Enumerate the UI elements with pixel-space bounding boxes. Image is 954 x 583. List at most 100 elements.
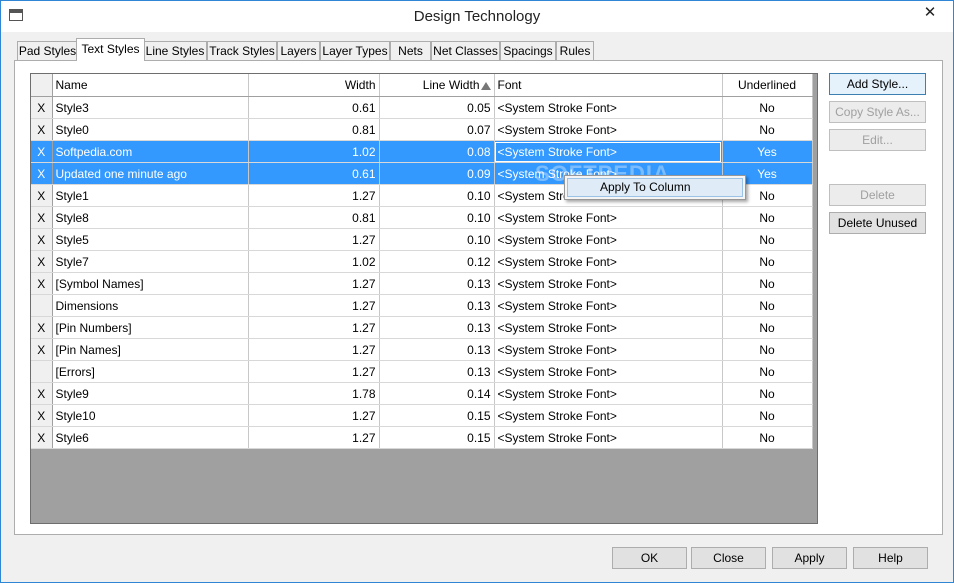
cell-line-width[interactable]: 0.15 <box>379 426 495 449</box>
row-delete-marker[interactable]: X <box>31 250 53 273</box>
cell-line-width[interactable]: 0.13 <box>379 272 495 295</box>
row-delete-marker[interactable]: X <box>31 316 53 339</box>
cell-line-width[interactable]: 0.10 <box>379 184 495 207</box>
table-row[interactable]: Dimensions 1.27 0.13 <System Stroke Font> No <box>31 294 813 317</box>
cell-underlined[interactable]: No <box>722 404 813 427</box>
tab-track-styles[interactable]: Track Styles <box>207 41 277 60</box>
cell-width[interactable]: 1.27 <box>248 360 380 383</box>
cell-line-width[interactable]: 0.13 <box>379 338 495 361</box>
help-button[interactable]: Help <box>853 547 928 569</box>
delete-button[interactable]: Delete <box>829 184 926 206</box>
cell-name[interactable]: Style3 <box>52 96 249 119</box>
table-row[interactable]: X Style8 0.81 0.10 <System Stroke Font> No <box>31 206 813 229</box>
cell-font[interactable]: <System Stroke Font> <box>494 250 723 273</box>
close-button[interactable]: Close <box>691 547 766 569</box>
table-row[interactable]: X Style5 1.27 0.10 <System Stroke Font> No <box>31 228 813 251</box>
cell-line-width[interactable]: 0.13 <box>379 360 495 383</box>
row-delete-marker[interactable]: X <box>31 118 53 141</box>
cell-width[interactable]: 1.02 <box>248 250 380 273</box>
cell-underlined[interactable]: No <box>722 426 813 449</box>
row-delete-marker[interactable]: X <box>31 162 53 185</box>
cell-line-width[interactable]: 0.13 <box>379 294 495 317</box>
cell-font[interactable]: <System Stroke Font> <box>494 96 723 119</box>
cell-width[interactable]: 0.81 <box>248 118 380 141</box>
tab-nets[interactable]: Nets <box>390 41 431 60</box>
cell-underlined[interactable]: No <box>722 206 813 229</box>
cell-name[interactable]: Style9 <box>52 382 249 405</box>
cell-font[interactable]: <System Stroke Font> <box>494 360 723 383</box>
cell-line-width[interactable]: 0.08 <box>379 140 495 163</box>
cell-font[interactable]: <System Stroke Font> <box>494 404 723 427</box>
tab-line-styles[interactable]: Line Styles <box>143 41 207 60</box>
cell-underlined[interactable]: No <box>722 338 813 361</box>
cell-font[interactable]: <System Stroke Font> <box>494 382 723 405</box>
cell-width[interactable]: 1.27 <box>248 184 380 207</box>
cell-width[interactable]: 1.02 <box>248 140 380 163</box>
cell-font[interactable]: <System Stroke Font> <box>494 118 723 141</box>
cell-underlined[interactable]: No <box>722 382 813 405</box>
tab-net-classes[interactable]: Net Classes <box>431 41 500 60</box>
cell-width[interactable]: 1.27 <box>248 404 380 427</box>
cell-font[interactable]: <System Stroke Font> <box>494 316 723 339</box>
row-delete-marker[interactable] <box>31 360 53 383</box>
copy-style-as-button[interactable]: Copy Style As... <box>829 101 926 123</box>
tab-text-styles[interactable]: Text Styles <box>76 38 145 61</box>
cell-name[interactable]: Style6 <box>52 426 249 449</box>
table-row[interactable]: X Style9 1.78 0.14 <System Stroke Font> No <box>31 382 813 405</box>
cell-underlined[interactable]: No <box>722 228 813 251</box>
row-delete-marker[interactable]: X <box>31 184 53 207</box>
cell-line-width[interactable]: 0.14 <box>379 382 495 405</box>
cell-underlined[interactable]: No <box>722 118 813 141</box>
edit-button[interactable]: Edit... <box>829 129 926 151</box>
cell-underlined[interactable]: No <box>722 316 813 339</box>
cell-font[interactable]: <System Stroke Font> <box>494 294 723 317</box>
cell-line-width[interactable]: 0.09 <box>379 162 495 185</box>
cell-width[interactable]: 1.27 <box>248 228 380 251</box>
table-row[interactable]: [Errors] 1.27 0.13 <System Stroke Font> No <box>31 360 813 383</box>
cell-underlined[interactable]: Yes <box>722 140 813 163</box>
cell-name[interactable]: Style7 <box>52 250 249 273</box>
cell-font[interactable]: <System Stroke Font> <box>494 338 723 361</box>
table-row[interactable]: X [Symbol Names] 1.27 0.13 <System Stroke Fo… <box>31 272 813 295</box>
cell-name[interactable]: Softpedia.com <box>52 140 249 163</box>
add-style-button[interactable]: Add Style... <box>829 73 926 95</box>
row-delete-marker[interactable]: X <box>31 426 53 449</box>
text-styles-grid[interactable]: Name Width Line Width Font Underlined XS… <box>30 73 818 524</box>
cell-width[interactable]: 1.27 <box>248 272 380 295</box>
column-header-font[interactable]: Font <box>494 74 723 97</box>
cell-width[interactable]: 0.61 <box>248 96 380 119</box>
column-header-name[interactable]: Name <box>52 74 249 97</box>
tab-layer-types[interactable]: Layer Types <box>320 41 390 60</box>
tab-pad-styles[interactable]: Pad Styles <box>17 41 78 60</box>
delete-unused-button[interactable]: Delete Unused <box>829 212 926 234</box>
column-header-line-width[interactable]: Line Width <box>379 74 495 97</box>
cell-name[interactable]: [Symbol Names] <box>52 272 249 295</box>
cell-width[interactable]: 1.27 <box>248 316 380 339</box>
table-row[interactable]: X Style0 0.81 0.07 <System Stroke Font> No <box>31 118 813 141</box>
cell-width[interactable]: 1.27 <box>248 294 380 317</box>
table-row[interactable]: X Style7 1.02 0.12 <System Stroke Font> No <box>31 250 813 273</box>
cell-name[interactable]: [Pin Numbers] <box>52 316 249 339</box>
tab-layers[interactable]: Layers <box>277 41 320 60</box>
cell-name[interactable]: Style1 <box>52 184 249 207</box>
cell-underlined[interactable]: No <box>722 294 813 317</box>
ok-button[interactable]: OK <box>612 547 687 569</box>
cell-line-width[interactable]: 0.10 <box>379 206 495 229</box>
tab-spacings[interactable]: Spacings <box>500 41 556 60</box>
table-row[interactable]: X [Pin Names] 1.27 0.13 <System Stroke Font>… <box>31 338 813 361</box>
cell-name[interactable]: Dimensions <box>52 294 249 317</box>
cell-underlined[interactable]: No <box>722 360 813 383</box>
cell-width[interactable]: 0.81 <box>248 206 380 229</box>
cell-font[interactable]: <System Stroke Font> <box>494 228 723 251</box>
column-header-width[interactable]: Width <box>248 74 380 97</box>
table-row[interactable]: X Style10 1.27 0.15 <System Stroke Font> No <box>31 404 813 427</box>
table-row[interactable]: X Softpedia.com 1.02 0.08 <System Stroke Fon… <box>31 140 813 163</box>
row-delete-marker[interactable]: X <box>31 228 53 251</box>
row-delete-marker[interactable]: X <box>31 96 53 119</box>
cell-width[interactable]: 1.27 <box>248 426 380 449</box>
table-row[interactable]: X Style3 0.61 0.05 <System Stroke Font> No <box>31 96 813 119</box>
cell-name[interactable]: Style0 <box>52 118 249 141</box>
cell-font[interactable]: <System Stroke Font> <box>494 140 723 163</box>
cell-underlined[interactable]: No <box>722 96 813 119</box>
row-delete-marker[interactable]: X <box>31 140 53 163</box>
